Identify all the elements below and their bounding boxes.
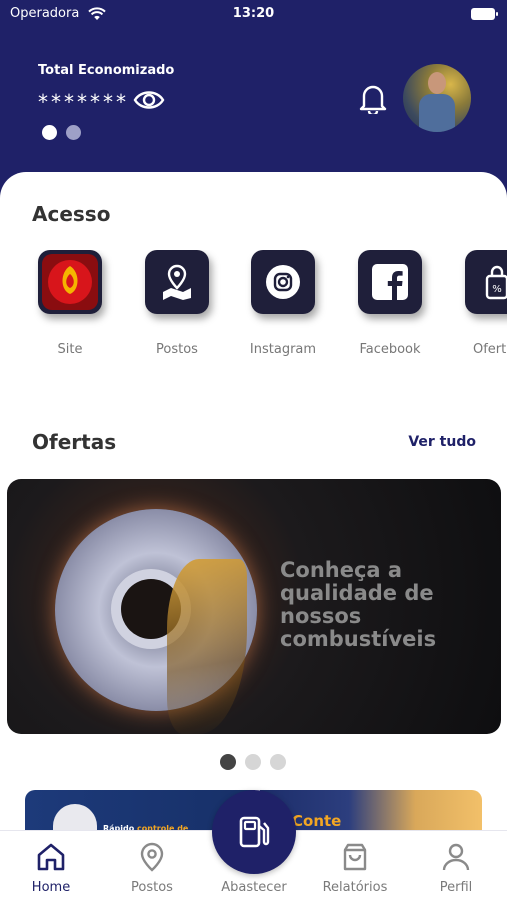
instagram-tile[interactable]	[251, 250, 315, 314]
facebook-icon	[372, 264, 408, 300]
avatar[interactable]	[403, 64, 471, 132]
fuel-stream-image	[167, 559, 247, 734]
acesso-title: Acesso	[32, 202, 111, 226]
fuel-pump-icon	[239, 816, 270, 848]
nav-home-label: Home	[31, 880, 71, 895]
status-bar: Operadora 13:20	[0, 4, 507, 26]
eye-icon[interactable]	[133, 86, 165, 114]
abastecer-button[interactable]	[212, 790, 296, 874]
postos-tile[interactable]	[145, 250, 209, 314]
instagram-icon	[266, 265, 300, 299]
carousel-dot[interactable]	[270, 754, 286, 770]
shopping-bag-icon	[343, 843, 367, 871]
ofertas-tile[interactable]: %	[465, 250, 507, 314]
total-saved-label: Total Economizado	[38, 63, 175, 78]
access-label-facebook: Facebook	[359, 342, 421, 357]
banner-headline: Conheça a qualidade de nossos combustíve…	[280, 558, 437, 651]
carousel-dot[interactable]	[245, 754, 261, 770]
site-tile[interactable]	[38, 250, 102, 314]
svg-text:%: %	[492, 284, 502, 295]
status-time: 13:20	[232, 6, 275, 21]
map-pin-icon	[163, 264, 191, 300]
avatar-head	[428, 72, 446, 94]
facebook-tile[interactable]	[358, 250, 422, 314]
nav-relatorios[interactable]: Relatórios	[310, 841, 400, 895]
access-item-facebook[interactable]: Facebook	[340, 250, 440, 357]
home-icon	[37, 843, 65, 871]
site-logo-icon	[42, 254, 98, 310]
access-label-site: Site	[57, 342, 83, 357]
page-dot[interactable]	[66, 125, 81, 140]
access-item-ofertas[interactable]: % Ofertas	[447, 250, 507, 357]
location-icon	[140, 842, 164, 872]
battery-icon	[471, 8, 498, 20]
nav-postos[interactable]: Postos	[107, 841, 197, 895]
offers-icon: %	[485, 265, 507, 300]
promo-card-right-text: Conte	[292, 812, 342, 830]
bell-icon[interactable]	[358, 82, 388, 114]
nav-postos-label: Postos	[131, 880, 173, 895]
nav-home[interactable]: Home	[6, 841, 96, 895]
total-saved-value: *******	[38, 90, 129, 114]
abastecer-label: Abastecer	[221, 880, 287, 895]
access-item-site[interactable]: Site	[20, 250, 120, 357]
user-icon	[442, 843, 470, 871]
access-label-ofertas: Ofertas	[473, 342, 507, 357]
carousel-indicator[interactable]	[220, 754, 295, 774]
header-page-indicator[interactable]	[42, 125, 90, 144]
access-label-instagram: Instagram	[249, 342, 317, 357]
page-dot-active[interactable]	[42, 125, 57, 140]
access-label-postos: Postos	[156, 342, 198, 357]
access-item-instagram[interactable]: Instagram	[233, 250, 333, 357]
see-all-link[interactable]: Ver tudo	[408, 434, 476, 450]
nav-perfil[interactable]: Perfil	[411, 841, 501, 895]
avatar-body	[419, 94, 455, 132]
carousel-dot-active[interactable]	[220, 754, 236, 770]
access-item-postos[interactable]: Postos	[127, 250, 227, 357]
access-shortcuts[interactable]: Site Postos Instagram Facebook % Ofert	[0, 250, 507, 370]
offer-banner[interactable]: Conheça a qualidade de nossos combustíve…	[7, 479, 501, 734]
nav-relatorios-label: Relatórios	[322, 880, 388, 895]
nav-perfil-label: Perfil	[439, 880, 473, 895]
ofertas-title: Ofertas	[32, 430, 117, 454]
